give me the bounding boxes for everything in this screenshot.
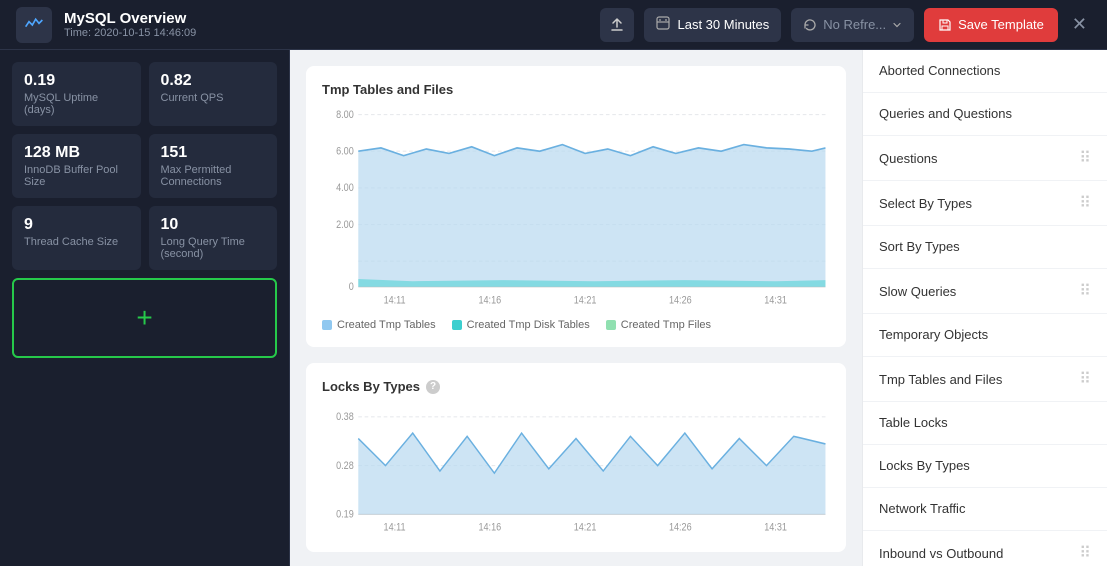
metric-value: 151 — [161, 144, 266, 162]
panel-item-sort-by-types[interactable]: Sort By Types — [863, 226, 1107, 269]
time-icon — [656, 16, 670, 33]
svg-text:14:21: 14:21 — [574, 522, 597, 534]
panel-item-slow-queries[interactable]: Slow Queries ⠿ — [863, 269, 1107, 314]
upload-button[interactable] — [600, 8, 634, 42]
svg-text:14:16: 14:16 — [478, 522, 501, 534]
add-metric-card[interactable]: + — [12, 278, 277, 358]
svg-text:6.00: 6.00 — [336, 146, 354, 158]
drag-handle-icon[interactable]: ⠿ — [1079, 543, 1091, 563]
page-title: MySQL Overview — [64, 10, 600, 27]
svg-text:14:11: 14:11 — [384, 522, 406, 534]
svg-text:8.00: 8.00 — [336, 109, 354, 121]
refresh-button[interactable]: No Refre... — [791, 8, 914, 42]
svg-text:0: 0 — [349, 281, 354, 293]
svg-text:14:16: 14:16 — [478, 295, 501, 307]
svg-text:14:31: 14:31 — [764, 295, 787, 307]
svg-text:0.28: 0.28 — [336, 460, 354, 472]
legend-color — [322, 320, 332, 330]
panel-item-temporary-objects[interactable]: Temporary Objects — [863, 314, 1107, 357]
svg-text:14:26: 14:26 — [669, 295, 692, 307]
save-label: Save Template — [958, 17, 1044, 32]
legend-label: Created Tmp Tables — [337, 319, 436, 331]
metric-buffer: 128 MB InnoDB Buffer Pool Size — [12, 134, 141, 198]
panel-item-table-locks[interactable]: Table Locks — [863, 402, 1107, 445]
center-panel: Tmp Tables and Files 8.00 6.00 4.00 2.00 — [290, 50, 862, 566]
header-title-group: MySQL Overview Time: 2020-10-15 14:46:09 — [64, 10, 600, 39]
metric-label: Current QPS — [161, 92, 266, 104]
svg-text:14:31: 14:31 — [764, 522, 787, 534]
metric-uptime: 0.19 MySQL Uptime (days) — [12, 62, 141, 126]
metric-label: Max Permitted Connections — [161, 164, 266, 188]
metric-connections: 151 Max Permitted Connections — [149, 134, 278, 198]
header: MySQL Overview Time: 2020-10-15 14:46:09… — [0, 0, 1107, 50]
refresh-label: No Refre... — [823, 17, 886, 32]
panel-item-select-by-types[interactable]: Select By Types ⠿ — [863, 181, 1107, 226]
svg-text:14:11: 14:11 — [384, 295, 406, 307]
right-panel: Aborted Connections Queries and Question… — [862, 50, 1107, 566]
drag-handle-icon[interactable]: ⠿ — [1079, 281, 1091, 301]
metric-value: 0.82 — [161, 72, 266, 90]
app-logo — [16, 7, 52, 43]
drag-handle-icon[interactable]: ⠿ — [1079, 193, 1091, 213]
panel-item-inbound-outbound[interactable]: Inbound vs Outbound ⠿ — [863, 531, 1107, 566]
drag-handle-icon[interactable]: ⠿ — [1079, 369, 1091, 389]
panel-item-queries-questions[interactable]: Queries and Questions — [863, 93, 1107, 136]
left-panel: 0.19 MySQL Uptime (days) 0.82 Current QP… — [0, 50, 290, 566]
chart-area: 8.00 6.00 4.00 2.00 0 14:11 14:16 14:21 … — [322, 109, 830, 309]
metric-value: 9 — [24, 216, 129, 234]
drag-handle-icon[interactable]: ⠿ — [1079, 148, 1091, 168]
metric-label: Thread Cache Size — [24, 236, 129, 248]
chart-title: Locks By Types ? — [322, 379, 830, 394]
header-controls: Last 30 Minutes No Refre... Save Templat… — [600, 8, 1092, 42]
metric-value: 0.19 — [24, 72, 129, 90]
metrics-grid: 0.19 MySQL Uptime (days) 0.82 Current QP… — [12, 62, 277, 270]
plus-icon: + — [136, 302, 152, 334]
svg-text:4.00: 4.00 — [336, 182, 354, 194]
chart-svg: 0.38 0.28 0.19 14:11 14:16 14:21 14:26 1… — [322, 406, 830, 536]
svg-text:2.00: 2.00 — [336, 219, 354, 231]
time-range-button[interactable]: Last 30 Minutes — [644, 8, 782, 42]
panel-item-tmp-tables[interactable]: Tmp Tables and Files ⠿ — [863, 357, 1107, 402]
metric-value: 128 MB — [24, 144, 129, 162]
panel-item-questions[interactable]: Questions ⠿ — [863, 136, 1107, 181]
page-subtitle: Time: 2020-10-15 14:46:09 — [64, 27, 600, 39]
panel-item-locks-by-types[interactable]: Locks By Types — [863, 445, 1107, 488]
legend-item: Created Tmp Tables — [322, 319, 436, 331]
help-icon: ? — [426, 380, 440, 394]
metric-label: InnoDB Buffer Pool Size — [24, 164, 129, 188]
svg-text:0.19: 0.19 — [336, 509, 354, 521]
svg-text:14:26: 14:26 — [669, 522, 692, 534]
save-template-button[interactable]: Save Template — [924, 8, 1058, 42]
legend-item: Created Tmp Files — [606, 319, 711, 331]
metric-qps: 0.82 Current QPS — [149, 62, 278, 126]
chart-svg: 8.00 6.00 4.00 2.00 0 14:11 14:16 14:21 … — [322, 109, 830, 309]
legend-color — [606, 320, 616, 330]
time-range-label: Last 30 Minutes — [678, 17, 770, 32]
metric-thread-cache: 9 Thread Cache Size — [12, 206, 141, 270]
legend-item: Created Tmp Disk Tables — [452, 319, 590, 331]
chart-legend: Created Tmp Tables Created Tmp Disk Tabl… — [322, 319, 830, 331]
legend-color — [452, 320, 462, 330]
metric-value: 10 — [161, 216, 266, 234]
main-content: 0.19 MySQL Uptime (days) 0.82 Current QP… — [0, 50, 1107, 566]
panel-item-network-traffic[interactable]: Network Traffic — [863, 488, 1107, 531]
svg-text:14:21: 14:21 — [574, 295, 597, 307]
close-button[interactable]: ✕ — [1068, 10, 1091, 39]
chart-locks: Locks By Types ? 0.38 0.28 0.19 — [306, 363, 846, 552]
chart-tmp-tables: Tmp Tables and Files 8.00 6.00 4.00 2.00 — [306, 66, 846, 347]
metric-label: MySQL Uptime (days) — [24, 92, 129, 116]
legend-label: Created Tmp Disk Tables — [467, 319, 590, 331]
metric-query-time: 10 Long Query Time (second) — [149, 206, 278, 270]
panel-item-aborted[interactable]: Aborted Connections — [863, 50, 1107, 93]
chart-title: Tmp Tables and Files — [322, 82, 830, 97]
metric-label: Long Query Time (second) — [161, 236, 266, 260]
legend-label: Created Tmp Files — [621, 319, 711, 331]
chart-area: 0.38 0.28 0.19 14:11 14:16 14:21 14:26 1… — [322, 406, 830, 536]
svg-text:0.38: 0.38 — [336, 411, 354, 423]
